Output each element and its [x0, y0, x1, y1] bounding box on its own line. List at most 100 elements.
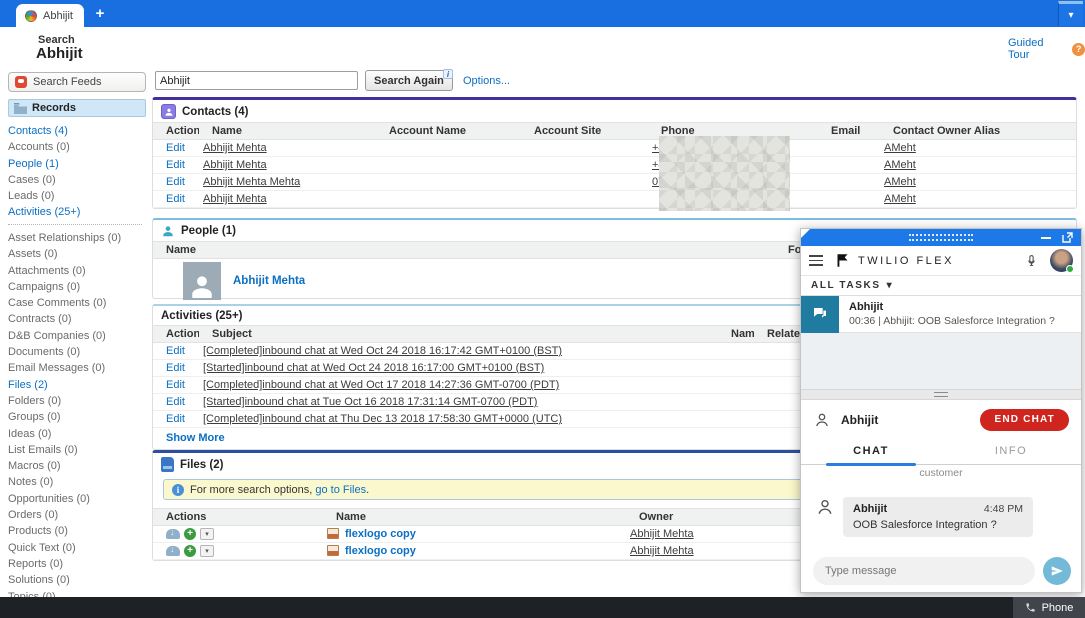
sidebar-item[interactable]: Asset Relationships (0) — [8, 230, 150, 246]
menu-icon[interactable] — [809, 255, 823, 266]
sidebar-item[interactable]: Groups (0) — [8, 409, 150, 425]
sidebar-item[interactable]: Contracts (0) — [8, 311, 150, 327]
sidebar-item-link[interactable]: Documents (0) — [8, 346, 80, 358]
search-again-button[interactable]: Search Again — [365, 70, 453, 91]
sidebar-item[interactable]: Files (2) — [8, 377, 150, 393]
search-info-icon[interactable]: i — [443, 69, 453, 79]
download-icon[interactable] — [166, 546, 180, 556]
person-name-link[interactable]: Abhijit Mehta — [233, 275, 305, 287]
file-name-link[interactable]: flexlogo copy — [345, 528, 416, 540]
agent-avatar[interactable] — [1050, 249, 1073, 272]
actions-dropdown-icon[interactable]: ▾ — [200, 545, 214, 557]
sidebar-item[interactable]: Ideas (0) — [8, 426, 150, 442]
sidebar-item[interactable]: Products (0) — [8, 523, 150, 539]
sidebar-item[interactable]: Notes (0) — [8, 474, 150, 490]
owner-alias-link[interactable]: AMeht — [884, 176, 916, 188]
microphone-icon[interactable] — [1025, 253, 1038, 269]
window-menu-caret-icon[interactable]: ▾ — [1058, 1, 1083, 26]
activity-subject-link[interactable]: [Completed]inbound chat at Wed Oct 17 20… — [203, 379, 559, 391]
download-icon[interactable] — [166, 529, 180, 539]
task-list-item[interactable]: Abhijit 00:36 | Abhijit: OOB Salesforce … — [801, 296, 1081, 333]
sidebar-item[interactable]: Cases (0) — [8, 172, 150, 188]
activity-subject-link[interactable]: [Completed]inbound chat at Wed Oct 24 20… — [203, 345, 562, 357]
sidebar-item-link[interactable]: Solutions (0) — [8, 574, 70, 586]
new-tab-button[interactable]: + — [90, 3, 110, 23]
owner-alias-link[interactable]: AMeht — [884, 193, 916, 205]
options-link[interactable]: Options... — [463, 75, 510, 87]
sidebar-item-link[interactable]: D&B Companies (0) — [8, 330, 106, 342]
sidebar-item-link[interactable]: Files (2) — [8, 379, 48, 391]
sidebar-item[interactable]: Orders (0) — [8, 507, 150, 523]
sidebar-item-link[interactable]: Groups (0) — [8, 411, 61, 423]
sidebar-item-link[interactable]: Macros (0) — [8, 460, 61, 472]
sidebar-item[interactable]: List Emails (0) — [8, 442, 150, 458]
edit-link[interactable]: Edit — [166, 142, 185, 154]
go-to-files-link[interactable]: go to Files — [315, 484, 366, 496]
minimize-icon[interactable] — [1041, 237, 1051, 239]
activity-subject-link[interactable]: [Started]inbound chat at Tue Oct 16 2018… — [203, 396, 537, 408]
sidebar-item[interactable]: Folders (0) — [8, 393, 150, 409]
sidebar-item[interactable]: Documents (0) — [8, 344, 150, 360]
edit-link[interactable]: Edit — [166, 379, 185, 391]
activity-subject-link[interactable]: [Started]inbound chat at Wed Oct 24 2018… — [203, 362, 544, 374]
search-input[interactable] — [155, 71, 358, 90]
edit-link[interactable]: Edit — [166, 345, 185, 357]
actions-dropdown-icon[interactable]: ▾ — [200, 528, 214, 540]
sidebar-item[interactable]: Opportunities (0) — [8, 491, 150, 507]
sidebar-item-link[interactable]: Products (0) — [8, 525, 68, 537]
sidebar-item-link[interactable]: Ideas (0) — [8, 428, 51, 440]
resize-handle[interactable] — [801, 389, 1081, 400]
sidebar-item-link[interactable]: Assets (0) — [8, 248, 58, 260]
tab-info[interactable]: INFO — [941, 439, 1081, 464]
sidebar-item[interactable]: Reports (0) — [8, 556, 150, 572]
send-button[interactable] — [1043, 557, 1071, 585]
owner-alias-link[interactable]: AMeht — [884, 159, 916, 171]
edit-link[interactable]: Edit — [166, 176, 185, 188]
show-more-link[interactable]: Show More — [166, 432, 225, 444]
contact-name-link[interactable]: Abhijit Mehta — [203, 142, 267, 154]
sidebar-item-link[interactable]: Opportunities (0) — [8, 493, 90, 505]
add-icon[interactable]: + — [184, 545, 196, 557]
sidebar-item-link[interactable]: Campaigns (0) — [8, 281, 80, 293]
tab-chat[interactable]: CHAT — [801, 439, 941, 464]
sidebar-item[interactable]: Email Messages (0) — [8, 360, 150, 376]
sidebar-item-link[interactable]: People (1) — [8, 158, 59, 170]
sidebar-item-link[interactable]: Notes (0) — [8, 476, 53, 488]
popout-icon[interactable] — [1062, 232, 1073, 243]
sidebar-item-link[interactable]: Folders (0) — [8, 395, 61, 407]
sidebar-item[interactable]: D&B Companies (0) — [8, 328, 150, 344]
sidebar-item-link[interactable]: Quick Text (0) — [8, 542, 76, 554]
sidebar-item[interactable]: Assets (0) — [8, 246, 150, 262]
sidebar-item-link[interactable]: Cases (0) — [8, 174, 56, 186]
sidebar-item[interactable]: Quick Text (0) — [8, 540, 150, 556]
sidebar-item-link[interactable]: Case Comments (0) — [8, 297, 106, 309]
sidebar-item-link[interactable]: Contacts (4) — [8, 125, 68, 137]
browser-tab[interactable]: Abhijit — [16, 4, 84, 27]
sidebar-item-link[interactable]: Orders (0) — [8, 509, 58, 521]
sidebar-item-link[interactable]: Accounts (0) — [8, 141, 70, 153]
sidebar-item-link[interactable]: Leads (0) — [8, 190, 54, 202]
end-chat-button[interactable]: END CHAT — [980, 409, 1069, 431]
sidebar-item-link[interactable]: Contracts (0) — [8, 313, 72, 325]
sidebar-item-link[interactable]: Email Messages (0) — [8, 362, 105, 374]
sidebar-item[interactable]: Campaigns (0) — [8, 279, 150, 295]
edit-link[interactable]: Edit — [166, 362, 185, 374]
sidebar-item[interactable]: Accounts (0) — [8, 139, 150, 155]
drag-handle-icon[interactable] — [909, 234, 973, 241]
help-icon[interactable]: ? — [1072, 43, 1085, 56]
guided-tour[interactable]: Guided Tour ? — [1008, 37, 1085, 61]
sidebar-item-link[interactable]: List Emails (0) — [8, 444, 78, 456]
file-owner-link[interactable]: Abhijit Mehta — [630, 528, 694, 540]
sidebar-item[interactable]: Case Comments (0) — [8, 295, 150, 311]
guided-tour-link[interactable]: Guided Tour — [1008, 37, 1067, 61]
add-icon[interactable]: + — [184, 528, 196, 540]
widget-titlebar[interactable] — [801, 229, 1081, 246]
sidebar-item-link[interactable]: Activities (25+) — [8, 206, 80, 218]
file-owner-link[interactable]: Abhijit Mehta — [630, 545, 694, 557]
phone-button[interactable]: Phone — [1013, 597, 1085, 618]
contact-name-link[interactable]: Abhijit Mehta Mehta — [203, 176, 300, 188]
owner-alias-link[interactable]: AMeht — [884, 142, 916, 154]
sidebar-item[interactable]: Activities (25+) — [8, 204, 150, 220]
edit-link[interactable]: Edit — [166, 193, 185, 205]
sidebar-item-link[interactable]: Attachments (0) — [8, 265, 86, 277]
